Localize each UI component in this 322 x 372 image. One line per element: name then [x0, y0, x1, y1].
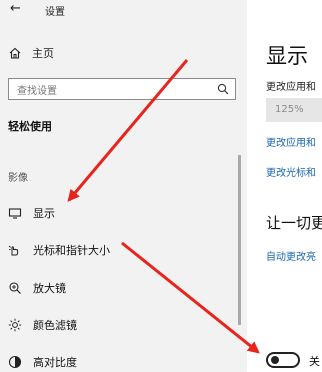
scale-dropdown[interactable]: 125% [266, 98, 322, 122]
scale-setting-label: 更改应用和 [266, 82, 316, 93]
section-subtitle: 让一切更 [266, 214, 322, 232]
sidebar-item-color-filters[interactable]: 颜色滤镜 [0, 313, 236, 337]
group-label-vision: 影像 [8, 173, 28, 184]
sidebar: ← 设置 主页 轻松使用 影像 显示 [0, 0, 247, 372]
brightness-link[interactable]: 自动更改亮 [266, 248, 316, 263]
home-label: 主页 [32, 47, 54, 60]
sun-icon [8, 318, 22, 332]
home-nav-item[interactable]: 主页 [8, 44, 54, 62]
sidebar-item-label: 高对比度 [33, 356, 77, 369]
sidebar-scrollbar[interactable] [238, 155, 241, 325]
pointer-icon [8, 245, 19, 256]
contrast-icon [8, 355, 22, 369]
sidebar-item-high-contrast[interactable]: 高对比度 [0, 350, 236, 372]
settings-window: ← 设置 主页 轻松使用 影像 显示 [0, 0, 322, 372]
back-arrow-icon[interactable]: ← [10, 1, 21, 16]
sidebar-item-cursor-pointer[interactable]: 光标和指针大小 [0, 238, 236, 262]
search-icon[interactable] [217, 83, 229, 95]
magnifier-icon [9, 282, 21, 294]
sidebar-item-label: 光标和指针大小 [33, 244, 110, 257]
advanced-scaling-link[interactable]: 更改应用和 [266, 134, 316, 149]
toggle-state-label: 关 [309, 355, 320, 368]
page-title: 显示 [266, 44, 308, 68]
sidebar-item-label: 显示 [33, 207, 55, 220]
monitor-icon [8, 208, 22, 219]
toggle-knob [271, 356, 279, 364]
home-icon [9, 47, 21, 59]
section-title: 轻松使用 [8, 120, 52, 133]
sidebar-item-label: 放大镜 [33, 282, 66, 295]
toggle-switch[interactable] [266, 352, 300, 368]
search-box[interactable] [8, 78, 236, 102]
search-input[interactable] [9, 81, 199, 102]
cursor-settings-link[interactable]: 更改光标和 [266, 164, 316, 179]
main-content: 显示 更改应用和 125% 更改应用和 更改光标和 让一切更 自动更改亮 关 [247, 0, 322, 372]
sidebar-item-magnifier[interactable]: 放大镜 [0, 276, 236, 300]
window-title: 设置 [45, 7, 65, 18]
sidebar-item-label: 颜色滤镜 [33, 319, 77, 332]
sidebar-item-display[interactable]: 显示 [0, 201, 236, 225]
